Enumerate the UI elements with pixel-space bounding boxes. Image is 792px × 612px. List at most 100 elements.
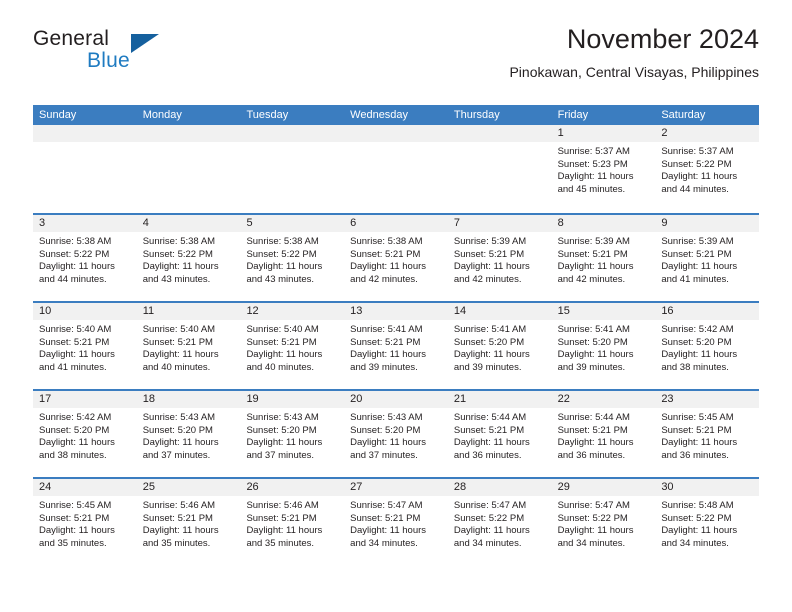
calendar-day-cell-empty	[240, 125, 345, 213]
daylight-text: Daylight: 11 hours and 36 minutes.	[661, 437, 738, 461]
calendar-day-cell[interactable]: 5 Sunrise: 5:38 AM Sunset: 5:22 PM Daylight…	[240, 215, 345, 301]
sunset-text: Sunset: 5:22 PM	[142, 248, 213, 260]
day-sun-info: Sunrise: 5:43 AM Sunset: 5:20 PM Daylight:…	[137, 408, 241, 462]
calendar-week-row: 3 Sunrise: 5:38 AM Sunset: 5:22 PM Daylight…	[33, 213, 760, 301]
day-sun-info: Sunrise: 5:46 AM Sunset: 5:21 PM Daylight:…	[240, 496, 344, 550]
daylight-text: Daylight: 11 hours and 41 minutes.	[39, 349, 115, 373]
weekday-header-saturday: Saturday	[661, 109, 706, 121]
day-sun-info: Sunrise: 5:45 AM Sunset: 5:21 PM Daylight:…	[655, 408, 759, 462]
calendar-day-cell[interactable]: 15 Sunrise: 5:41 AM Sunset: 5:20 PM Dayligh…	[551, 303, 656, 389]
calendar-day-cell[interactable]: 12 Sunrise: 5:40 AM Sunset: 5:21 PM Dayligh…	[240, 303, 345, 389]
daylight-text: Daylight: 11 hours and 35 minutes.	[39, 525, 115, 549]
calendar-page: General Blue November 2024 Pinokawan, Ce…	[0, 0, 792, 612]
day-number: 23	[655, 391, 760, 408]
brand-logo[interactable]: General Blue	[33, 28, 263, 88]
daylight-text: Daylight: 11 hours and 36 minutes.	[453, 437, 530, 461]
calendar-week-row: 24 Sunrise: 5:45 AM Sunset: 5:21 PM Dayligh…	[33, 477, 760, 565]
daylight-text: Daylight: 11 hours and 39 minutes.	[350, 349, 427, 373]
sunrise-text: Sunrise: 5:43 AM	[246, 412, 319, 423]
sunset-text: Sunset: 5:21 PM	[350, 336, 421, 348]
calendar-day-cell[interactable]: 14 Sunrise: 5:41 AM Sunset: 5:20 PM Dayligh…	[447, 303, 552, 389]
day-number: 3	[33, 215, 137, 232]
calendar-day-cell[interactable]: 29 Sunrise: 5:47 AM Sunset: 5:22 PM Dayligh…	[551, 479, 656, 565]
daylight-text: Daylight: 11 hours and 43 minutes.	[142, 261, 219, 285]
sunset-text: Sunset: 5:22 PM	[661, 158, 732, 170]
day-number: 22	[551, 391, 656, 408]
page-title: November 2024	[566, 24, 759, 54]
calendar-day-cell[interactable]: 8 Sunrise: 5:39 AM Sunset: 5:21 PM Daylight…	[551, 215, 656, 301]
sunrise-text: Sunrise: 5:45 AM	[661, 412, 734, 423]
sunset-text: Sunset: 5:22 PM	[453, 512, 525, 524]
day-number: 17	[33, 391, 137, 408]
calendar-day-cell[interactable]: 10 Sunrise: 5:40 AM Sunset: 5:21 PM Dayligh…	[33, 303, 137, 389]
calendar-day-cell[interactable]: 25 Sunrise: 5:46 AM Sunset: 5:21 PM Dayligh…	[136, 479, 241, 565]
day-sun-info: Sunrise: 5:46 AM Sunset: 5:21 PM Daylight:…	[137, 496, 241, 550]
day-sun-info: Sunrise: 5:45 AM Sunset: 5:21 PM Daylight:…	[33, 496, 137, 550]
calendar-week-row: 10 Sunrise: 5:40 AM Sunset: 5:21 PM Dayligh…	[33, 301, 760, 389]
sunrise-text: Sunrise: 5:48 AM	[661, 500, 734, 511]
calendar-day-cell[interactable]: 11 Sunrise: 5:40 AM Sunset: 5:21 PM Dayligh…	[136, 303, 241, 389]
calendar-day-cell[interactable]: 22 Sunrise: 5:44 AM Sunset: 5:21 PM Dayligh…	[551, 391, 656, 477]
sunrise-text: Sunrise: 5:39 AM	[557, 236, 630, 247]
day-sun-info: Sunrise: 5:38 AM Sunset: 5:22 PM Daylight:…	[137, 232, 241, 286]
sunrise-text: Sunrise: 5:38 AM	[39, 236, 112, 247]
day-sun-info: Sunrise: 5:43 AM Sunset: 5:20 PM Daylight:…	[344, 408, 448, 462]
sunset-text: Sunset: 5:21 PM	[661, 424, 732, 436]
calendar-day-cell[interactable]: 27 Sunrise: 5:47 AM Sunset: 5:21 PM Dayligh…	[344, 479, 448, 565]
daylight-text: Daylight: 11 hours and 34 minutes.	[453, 525, 530, 549]
calendar-day-cell[interactable]: 7 Sunrise: 5:39 AM Sunset: 5:21 PM Daylight…	[447, 215, 552, 301]
day-number: 4	[136, 215, 241, 232]
sunrise-text: Sunrise: 5:46 AM	[246, 500, 319, 511]
day-number: 12	[240, 303, 345, 320]
calendar-day-cell[interactable]: 9 Sunrise: 5:39 AM Sunset: 5:21 PM Daylight…	[655, 215, 760, 301]
sunrise-text: Sunrise: 5:45 AM	[39, 500, 112, 511]
calendar-day-cell[interactable]: 16 Sunrise: 5:42 AM Sunset: 5:20 PM Dayligh…	[655, 303, 760, 389]
sunset-text: Sunset: 5:21 PM	[557, 248, 628, 260]
sunrise-text: Sunrise: 5:41 AM	[557, 324, 630, 335]
daylight-text: Daylight: 11 hours and 40 minutes.	[142, 349, 219, 373]
calendar-day-cell[interactable]: 23 Sunrise: 5:45 AM Sunset: 5:21 PM Dayligh…	[655, 391, 760, 477]
calendar-day-cell[interactable]: 20 Sunrise: 5:43 AM Sunset: 5:20 PM Dayligh…	[344, 391, 448, 477]
calendar-day-cell[interactable]: 1 Sunrise: 5:37 AM Sunset: 5:23 PM Daylight…	[551, 125, 656, 213]
sunset-text: Sunset: 5:21 PM	[246, 512, 317, 524]
sunset-text: Sunset: 5:21 PM	[350, 248, 421, 260]
sunset-text: Sunset: 5:21 PM	[142, 336, 213, 348]
daylight-text: Daylight: 11 hours and 37 minutes.	[142, 437, 219, 461]
calendar-day-cell[interactable]: 30 Sunrise: 5:48 AM Sunset: 5:22 PM Dayligh…	[655, 479, 760, 565]
calendar-day-cell[interactable]: 3 Sunrise: 5:38 AM Sunset: 5:22 PM Daylight…	[33, 215, 137, 301]
daylight-text: Daylight: 11 hours and 37 minutes.	[350, 437, 427, 461]
day-number: 6	[344, 215, 448, 232]
calendar-day-cell[interactable]: 19 Sunrise: 5:43 AM Sunset: 5:20 PM Dayligh…	[240, 391, 345, 477]
daylight-text: Daylight: 11 hours and 34 minutes.	[350, 525, 427, 549]
day-number: 5	[240, 215, 345, 232]
day-sun-info: Sunrise: 5:40 AM Sunset: 5:21 PM Daylight:…	[33, 320, 137, 374]
sunset-text: Sunset: 5:21 PM	[557, 424, 628, 436]
sunrise-text: Sunrise: 5:37 AM	[661, 146, 734, 157]
day-sun-info: Sunrise: 5:38 AM Sunset: 5:22 PM Daylight:…	[33, 232, 137, 286]
calendar-day-cell[interactable]: 17 Sunrise: 5:42 AM Sunset: 5:20 PM Dayligh…	[33, 391, 137, 477]
sunset-text: Sunset: 5:21 PM	[246, 336, 317, 348]
calendar-day-cell[interactable]: 4 Sunrise: 5:38 AM Sunset: 5:22 PM Daylight…	[136, 215, 241, 301]
daylight-text: Daylight: 11 hours and 35 minutes.	[246, 525, 323, 549]
day-sun-info: Sunrise: 5:41 AM Sunset: 5:21 PM Daylight:…	[344, 320, 448, 374]
sunrise-text: Sunrise: 5:42 AM	[39, 412, 112, 423]
sunrise-text: Sunrise: 5:44 AM	[453, 412, 527, 423]
calendar-day-cell[interactable]: 13 Sunrise: 5:41 AM Sunset: 5:21 PM Dayligh…	[344, 303, 448, 389]
day-sun-info: Sunrise: 5:39 AM Sunset: 5:21 PM Daylight:…	[552, 232, 656, 286]
sunrise-text: Sunrise: 5:37 AM	[557, 146, 630, 157]
sunrise-text: Sunrise: 5:41 AM	[350, 324, 423, 335]
sunset-text: Sunset: 5:20 PM	[246, 424, 317, 436]
calendar-day-cell-empty	[136, 125, 241, 213]
calendar-day-cell[interactable]: 26 Sunrise: 5:46 AM Sunset: 5:21 PM Dayligh…	[240, 479, 345, 565]
daylight-text: Daylight: 11 hours and 36 minutes.	[557, 437, 634, 461]
sunset-text: Sunset: 5:20 PM	[350, 424, 421, 436]
calendar-day-cell[interactable]: 18 Sunrise: 5:43 AM Sunset: 5:20 PM Dayligh…	[136, 391, 241, 477]
day-number	[344, 125, 448, 142]
calendar-day-cell[interactable]: 6 Sunrise: 5:38 AM Sunset: 5:21 PM Daylight…	[344, 215, 448, 301]
calendar-day-cell[interactable]: 2 Sunrise: 5:37 AM Sunset: 5:22 PM Daylight…	[655, 125, 760, 213]
calendar-day-cell[interactable]: 21 Sunrise: 5:44 AM Sunset: 5:21 PM Dayligh…	[447, 391, 552, 477]
calendar-day-cell[interactable]: 28 Sunrise: 5:47 AM Sunset: 5:22 PM Dayligh…	[447, 479, 552, 565]
calendar-day-cell[interactable]: 24 Sunrise: 5:45 AM Sunset: 5:21 PM Dayligh…	[33, 479, 137, 565]
daylight-text: Daylight: 11 hours and 42 minutes.	[557, 261, 634, 285]
sunrise-text: Sunrise: 5:38 AM	[246, 236, 319, 247]
